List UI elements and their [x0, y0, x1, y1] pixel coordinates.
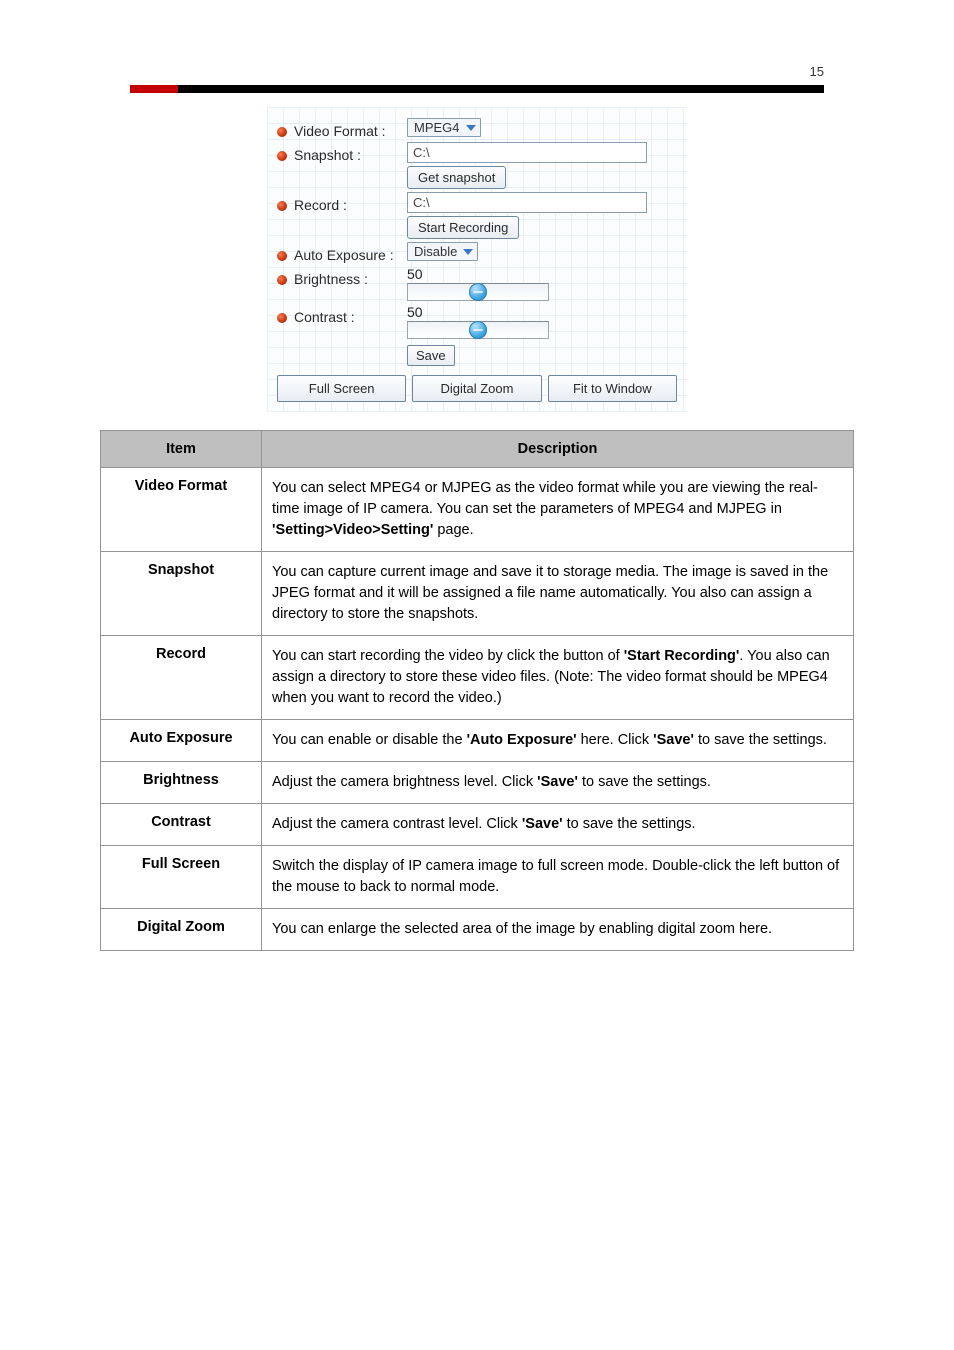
table-head-description: Description — [262, 431, 854, 468]
table-head-item: Item — [101, 431, 262, 468]
video-format-select[interactable]: MPEG4 — [407, 118, 481, 137]
description-table: Item Description Video FormatYou can sel… — [100, 430, 854, 951]
table-item: Full Screen — [101, 846, 262, 909]
table-description: You can enlarge the selected area of the… — [262, 909, 854, 951]
brightness-slider[interactable] — [407, 283, 549, 301]
auto-exposure-label: Auto Exposure : — [277, 242, 407, 263]
table-row: RecordYou can start recording the video … — [101, 636, 854, 720]
slider-thumb[interactable] — [469, 283, 487, 301]
chevron-down-icon — [461, 245, 475, 259]
auto-exposure-select[interactable]: Disable — [407, 242, 478, 261]
table-description: You can enable or disable the 'Auto Expo… — [262, 720, 854, 762]
contrast-label: Contrast : — [277, 304, 407, 325]
table-row: Video FormatYou can select MPEG4 or MJPE… — [101, 468, 854, 552]
table-row: Full ScreenSwitch the display of IP came… — [101, 846, 854, 909]
brightness-label: Brightness : — [277, 266, 407, 287]
video-format-label: Video Format : — [277, 118, 407, 139]
table-description: Adjust the camera brightness level. Clic… — [262, 762, 854, 804]
table-description: Switch the display of IP camera image to… — [262, 846, 854, 909]
table-item: Record — [101, 636, 262, 720]
chevron-down-icon — [464, 121, 478, 135]
brightness-value: 50 — [407, 266, 677, 282]
camera-settings-panel: Video Format : MPEG4 Snapshot : C:\ — [267, 107, 687, 412]
table-description: You can select MPEG4 or MJPEG as the vid… — [262, 468, 854, 552]
table-item: Digital Zoom — [101, 909, 262, 951]
table-row: BrightnessAdjust the camera brightness l… — [101, 762, 854, 804]
table-row: Auto ExposureYou can enable or disable t… — [101, 720, 854, 762]
digital-zoom-button[interactable]: Digital Zoom — [412, 375, 541, 402]
table-description: You can capture current image and save i… — [262, 552, 854, 636]
start-recording-button[interactable]: Start Recording — [407, 216, 519, 239]
table-row: ContrastAdjust the camera contrast level… — [101, 804, 854, 846]
contrast-slider[interactable] — [407, 321, 549, 339]
full-screen-button[interactable]: Full Screen — [277, 375, 406, 402]
table-row: Digital ZoomYou can enlarge the selected… — [101, 909, 854, 951]
table-item: Auto Exposure — [101, 720, 262, 762]
snapshot-label: Snapshot : — [277, 142, 407, 163]
table-row: SnapshotYou can capture current image an… — [101, 552, 854, 636]
get-snapshot-button[interactable]: Get snapshot — [407, 166, 506, 189]
table-description: You can start recording the video by cli… — [262, 636, 854, 720]
page-number: 15 — [810, 64, 824, 79]
table-item: Video Format — [101, 468, 262, 552]
contrast-value: 50 — [407, 304, 677, 320]
record-path-input[interactable]: C:\ — [407, 192, 647, 213]
table-item: Brightness — [101, 762, 262, 804]
fit-to-window-button[interactable]: Fit to Window — [548, 375, 677, 402]
slider-thumb[interactable] — [469, 321, 487, 339]
table-item: Snapshot — [101, 552, 262, 636]
record-label: Record : — [277, 192, 407, 213]
snapshot-path-input[interactable]: C:\ — [407, 142, 647, 163]
header-rule — [130, 85, 824, 93]
save-button[interactable]: Save — [407, 345, 455, 366]
table-item: Contrast — [101, 804, 262, 846]
table-description: Adjust the camera contrast level. Click … — [262, 804, 854, 846]
